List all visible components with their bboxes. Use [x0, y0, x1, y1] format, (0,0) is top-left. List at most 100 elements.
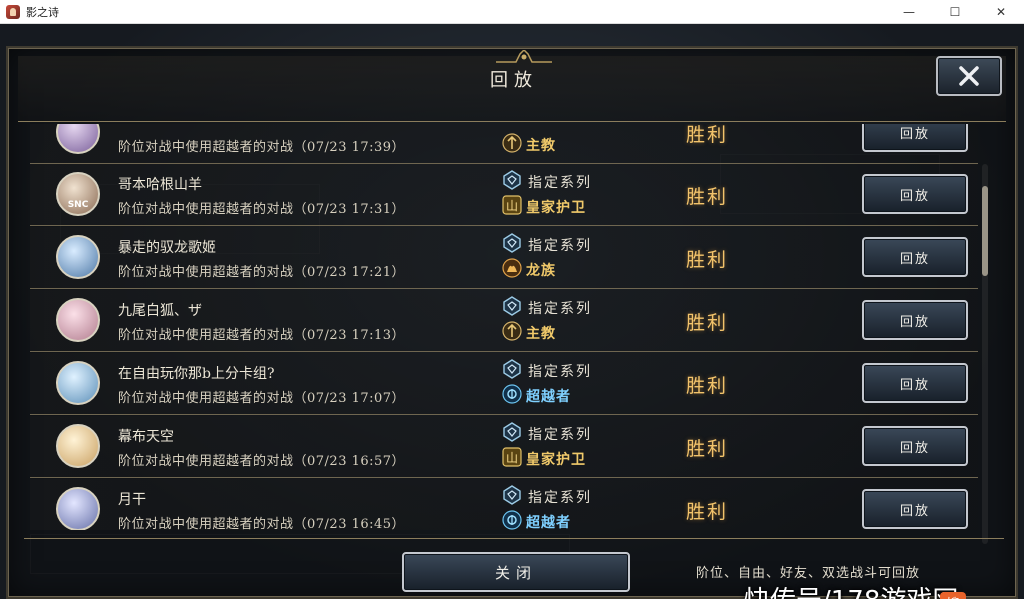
- royal-class-icon: 山: [502, 195, 522, 219]
- match-description: 阶位对战中使用超越者的对战（07/23 16:57）: [118, 454, 406, 469]
- avatar-tag: SNC: [67, 200, 89, 210]
- deck-class: 主教: [502, 321, 556, 345]
- deck-class: 超越者: [502, 510, 571, 530]
- deck-format: 指定系列: [502, 233, 592, 257]
- deck-format: 指定系列: [502, 359, 592, 383]
- window-titlebar: 影之诗 — ☐ ✕: [0, 0, 1024, 24]
- transcendent-class-icon: [502, 384, 522, 408]
- close-button[interactable]: 关闭: [402, 552, 630, 592]
- replay-button[interactable]: 回放: [862, 426, 968, 466]
- deck-class-label: 皇家护卫: [526, 200, 586, 216]
- opponent-name: 暴走的驭龙歌姬: [118, 240, 216, 256]
- deck-class: 山皇家护卫: [502, 195, 586, 219]
- rotation-format-icon: [502, 233, 522, 257]
- deck-format: 指定系列: [502, 296, 592, 320]
- minimize-icon[interactable]: —: [886, 0, 932, 24]
- match-description: 阶位对战中使用超越者的对战（07/23 17:13）: [118, 328, 406, 343]
- deck-class: 山皇家护卫: [502, 447, 586, 471]
- footer-note: 阶位、自由、好友、双选战斗可回放: [696, 566, 921, 581]
- match-result: 胜利: [686, 501, 729, 523]
- avatar: [56, 361, 100, 405]
- opponent-name: 九尾白狐、ザ: [118, 303, 202, 319]
- replay-button[interactable]: 回放: [862, 237, 968, 277]
- scrollbar-thumb[interactable]: [982, 186, 988, 276]
- replay-row: 在自由玩你那b上分卡组? 阶位对战中使用超越者的对战（07/23 17:07） 指定…: [30, 353, 978, 415]
- maximize-icon[interactable]: ☐: [932, 0, 978, 24]
- replay-button[interactable]: 回放: [862, 174, 968, 214]
- replay-button[interactable]: 回放: [862, 300, 968, 340]
- match-description: 阶位对战中使用超越者的对战（07/23 17:31）: [118, 202, 406, 217]
- watermark-text: 快传号/178游戏网: [744, 580, 958, 599]
- bishop-class-icon: [502, 133, 522, 157]
- avatar: [56, 298, 100, 342]
- deck-format: 指定系列: [502, 422, 592, 446]
- app-icon: [6, 4, 20, 19]
- window-close-icon[interactable]: ✕: [978, 0, 1024, 24]
- replay-row: 幕布天空 阶位对战中使用超越者的对战（07/23 16:57） 指定系列山皇家护卫 胜…: [30, 416, 978, 478]
- avatar: [56, 124, 100, 154]
- window-title: 影之诗: [26, 5, 59, 19]
- opponent-name: 哥本哈根山羊: [118, 177, 202, 193]
- opponent-name: 幕布天空: [118, 429, 174, 445]
- rotation-format-icon: [502, 170, 522, 194]
- replay-button[interactable]: 回放: [862, 489, 968, 529]
- deck-format-label: 指定系列: [528, 238, 592, 254]
- rotation-format-icon: [502, 296, 522, 320]
- deck-class-label: 皇家护卫: [526, 452, 586, 468]
- match-result: 胜利: [686, 249, 729, 271]
- royal-class-icon: 山: [502, 447, 522, 471]
- match-result: 胜利: [686, 438, 729, 460]
- deck-class-label: 龙族: [526, 263, 556, 279]
- close-icon: [959, 66, 979, 86]
- deck-class-label: 主教: [526, 326, 556, 342]
- replay-row: 暴走的驭龙歌姬 阶位对战中使用超越者的对战（07/23 17:21） 指定系列 龙族 胜…: [30, 227, 978, 289]
- deck-format: 指定系列: [502, 170, 592, 194]
- dialog-title: 回放: [490, 70, 538, 91]
- match-result: 胜利: [686, 375, 729, 397]
- avatar: [56, 487, 100, 530]
- rotation-format-icon: [502, 422, 522, 446]
- dragon-class-icon: [502, 258, 522, 282]
- avatar: SNC: [56, 172, 100, 216]
- replay-button[interactable]: 回放: [862, 124, 968, 152]
- deck-format-label: 指定系列: [528, 364, 592, 380]
- replay-row: 阶位对战中使用超越者的对战（07/23 17:39） 主教 胜利 回放: [30, 124, 978, 164]
- deck-class: 主教: [502, 133, 556, 157]
- replay-row: 月干 阶位对战中使用超越者的对战（07/23 16:45） 指定系列 超越者 胜利 回放: [30, 479, 978, 530]
- replay-list: 阶位对战中使用超越者的对战（07/23 17:39） 主教 胜利 回放 SNC 哥本哈根山…: [30, 124, 978, 530]
- deck-class-label: 主教: [526, 138, 556, 154]
- replay-row: SNC 哥本哈根山羊 阶位对战中使用超越者的对战（07/23 17:31） 指定系列山…: [30, 164, 978, 226]
- avatar: [56, 235, 100, 279]
- replay-button[interactable]: 回放: [862, 363, 968, 403]
- match-description: 阶位对战中使用超越者的对战（07/23 16:45）: [118, 517, 406, 530]
- deck-format-label: 指定系列: [528, 301, 592, 317]
- replay-row: 九尾白狐、ザ阶位对战中使用超越者的对战（07/23 17:13） 指定系列主教 胜利…: [30, 290, 978, 352]
- dialog-close-icon[interactable]: [936, 56, 1002, 96]
- replay-dialog: 回放 阶位对战中使用超越者的对战（07/23 17:39） 主教 胜利 回放 SNC 哥本…: [6, 46, 1018, 599]
- deck-format: 指定系列: [502, 485, 592, 509]
- svg-text:山: 山: [506, 199, 518, 213]
- deck-format-label: 指定系列: [528, 175, 592, 191]
- match-result: 胜利: [686, 186, 729, 208]
- transcendent-class-icon: [502, 510, 522, 530]
- match-description: 阶位对战中使用超越者的对战（07/23 17:39）: [118, 140, 406, 155]
- watermark-logo: 嫂: [940, 592, 966, 599]
- deck-class-label: 超越者: [526, 515, 571, 530]
- game-viewport: 回放 阶位对战中使用超越者的对战（07/23 17:39） 主教 胜利 回放 SNC 哥本…: [0, 24, 1024, 599]
- deck-class: 超越者: [502, 384, 571, 408]
- svg-text:山: 山: [506, 451, 518, 465]
- deck-format-label: 指定系列: [528, 490, 592, 506]
- match-result: 胜利: [686, 124, 729, 146]
- deck-format-label: 指定系列: [528, 427, 592, 443]
- rotation-format-icon: [502, 485, 522, 509]
- ornament-crest-icon: [496, 50, 552, 63]
- footer-divider: [24, 538, 1004, 539]
- window-controls: — ☐ ✕: [886, 0, 1024, 24]
- deck-class: 龙族: [502, 258, 556, 282]
- scrollbar[interactable]: [982, 164, 988, 544]
- deck-class-label: 超越者: [526, 389, 571, 405]
- match-result: 胜利: [686, 312, 729, 334]
- rotation-format-icon: [502, 359, 522, 383]
- bishop-class-icon: [502, 321, 522, 345]
- match-description: 阶位对战中使用超越者的对战（07/23 17:07）: [118, 391, 406, 406]
